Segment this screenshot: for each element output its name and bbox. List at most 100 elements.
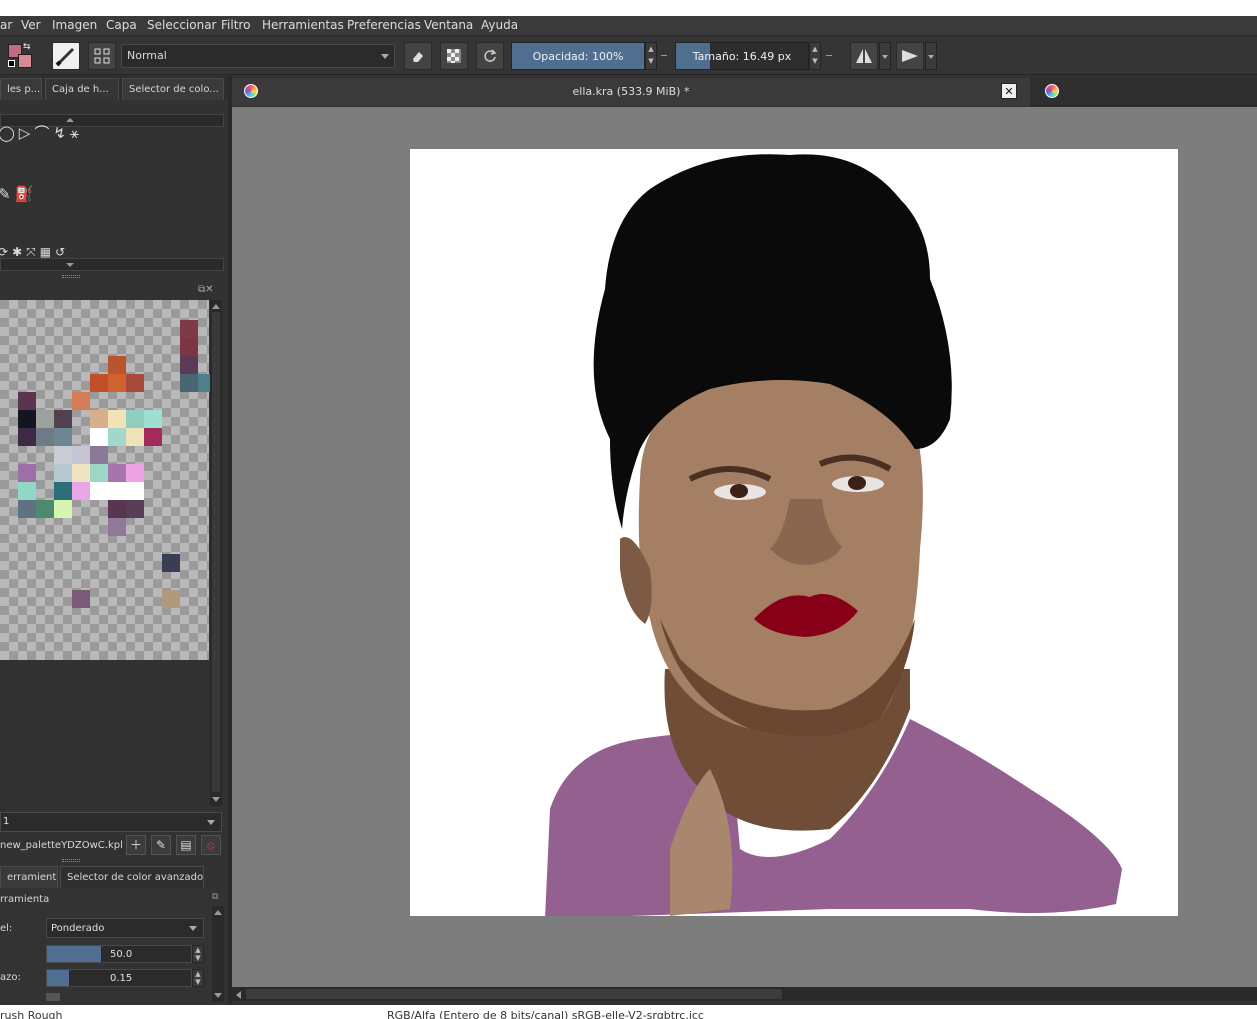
palette-swatch[interactable] — [126, 464, 144, 482]
palette-swatch[interactable] — [162, 554, 180, 572]
dynamic-brush-icon[interactable]: ↯ — [53, 124, 70, 142]
mirror-horizontal-button[interactable] — [850, 42, 878, 70]
palette-swatch[interactable] — [54, 410, 72, 428]
palette-swatch[interactable] — [18, 482, 36, 500]
freehand-path-icon[interactable]: ⌒ — [34, 124, 53, 142]
blending-mode-select[interactable]: Normal — [121, 44, 395, 68]
mirror-vertical-dropdown[interactable] — [925, 42, 937, 70]
palette-swatch[interactable] — [54, 464, 72, 482]
palette-swatch[interactable] — [54, 428, 72, 446]
weighting-mode-select[interactable]: Ponderado — [46, 918, 204, 938]
palette-swatch[interactable] — [90, 410, 108, 428]
palette-float-close-icons[interactable]: ⧉✕ — [198, 284, 214, 295]
add-swatch-button[interactable]: ＋ — [126, 835, 146, 855]
small-toggle[interactable] — [46, 993, 60, 1001]
palette-swatch[interactable] — [90, 428, 108, 446]
toolbox-shape-tools-row[interactable]: ◯▷⌒↯⚹ — [0, 122, 83, 143]
menu-item-settings[interactable]: Preferencias — [347, 18, 421, 32]
tab-tool-options[interactable]: erramienta — [0, 866, 58, 888]
palette-swatch[interactable] — [144, 428, 162, 446]
menu-item-file-partial[interactable]: ar — [0, 18, 12, 32]
opacity-spin-buttons[interactable]: ▲ ▼ — [645, 42, 657, 70]
palette-swatch[interactable] — [108, 464, 126, 482]
palette-swatch[interactable] — [72, 446, 90, 464]
strength-slider[interactable]: 50.0 — [46, 945, 192, 963]
palette-swatch[interactable] — [126, 410, 144, 428]
status-color-profile[interactable]: RGB/Alfa (Entero de 8 bits/canal) sRGB-e… — [387, 1009, 704, 1019]
edit-swatch-button[interactable]: ✎ — [151, 835, 171, 855]
reload-preset-button[interactable] — [476, 42, 504, 70]
palette-swatch[interactable] — [72, 392, 90, 410]
tab-color-selector[interactable]: Selector de colo... — [122, 78, 224, 100]
tab-toolbox[interactable]: Caja de h... — [45, 78, 119, 100]
palette-swatch[interactable] — [54, 446, 72, 464]
palette-swatch[interactable] — [18, 410, 36, 428]
tab-brush-presets[interactable]: les p... — [0, 78, 42, 100]
menu-item-tools[interactable]: Herramientas — [262, 18, 344, 32]
tool-options-scrollbar[interactable] — [212, 906, 224, 1002]
menu-item-image[interactable]: Imagen — [52, 18, 97, 32]
path-select-icon[interactable]: ⤧ — [26, 245, 40, 259]
stroke-spin-buttons[interactable]: ▲ ▼ — [192, 969, 204, 987]
size-spin-buttons[interactable]: ▲ ▼ — [809, 42, 821, 70]
palette-swatch[interactable] — [90, 374, 108, 392]
palette-swatch[interactable] — [18, 428, 36, 446]
lasso-icon[interactable]: ↺ — [55, 245, 69, 259]
palette-swatch[interactable] — [108, 518, 126, 536]
palette-swatch[interactable] — [72, 482, 90, 500]
magic-wand-icon[interactable]: ✱ — [12, 245, 26, 259]
menu-item-select[interactable]: Seleccionar — [147, 18, 216, 32]
toolbox-fill-tools-row[interactable]: ✎⛽ — [0, 185, 37, 203]
palette-swatch[interactable] — [108, 374, 126, 392]
palette-swatch[interactable] — [108, 482, 126, 500]
palette-swatch-grid[interactable] — [0, 300, 216, 660]
dock-splitter-handle-2[interactable] — [62, 859, 80, 862]
document-tab[interactable]: ella.kra (533.9 MiB) * — [232, 78, 1030, 106]
palette-scrollbar-thumb[interactable] — [212, 312, 220, 792]
canvas-horizontal-scrollbar[interactable] — [232, 987, 1257, 1001]
palette-swatch[interactable] — [36, 500, 54, 518]
contiguous-select-icon[interactable]: ⟳ — [0, 245, 12, 259]
opacity-slider[interactable]: Opacidad: 100% — [511, 42, 645, 70]
palette-swatch[interactable] — [72, 464, 90, 482]
delete-swatch-button[interactable]: ⦸ — [201, 835, 221, 855]
palette-swatch[interactable] — [54, 500, 72, 518]
tab-advanced-color-selector[interactable]: Selector de color avanzado — [60, 866, 204, 888]
palette-swatch[interactable] — [144, 410, 162, 428]
mirror-vertical-button[interactable] — [896, 42, 924, 70]
dock-splitter-handle[interactable] — [62, 275, 80, 278]
swap-colors-icon[interactable]: ⇆ — [23, 42, 31, 52]
palette-swatch[interactable] — [108, 356, 126, 374]
palette-swatch[interactable] — [126, 482, 144, 500]
palette-swatch[interactable] — [72, 590, 90, 608]
palette-swatch[interactable] — [90, 464, 108, 482]
menu-item-layer[interactable]: Capa — [106, 18, 137, 32]
palette-swatch[interactable] — [108, 500, 126, 518]
fg-bg-color-selector[interactable]: ⇆ — [6, 42, 36, 70]
ellipse-tool-icon[interactable]: ◯ — [0, 124, 19, 142]
multibrush-icon[interactable]: ⚹ — [70, 124, 83, 142]
brush-settings-button[interactable] — [88, 42, 116, 70]
status-brush-name[interactable]: rush Rough — [0, 1009, 63, 1019]
menu-item-filter[interactable]: Filtro — [221, 18, 250, 32]
palette-swatch[interactable] — [36, 410, 54, 428]
menu-item-view[interactable]: Ver — [21, 18, 41, 32]
palette-swatch[interactable] — [108, 428, 126, 446]
eraser-mode-button[interactable] — [404, 42, 432, 70]
polygon-tool-icon[interactable]: ▷ — [19, 124, 35, 142]
brush-preset-button[interactable] — [52, 42, 80, 70]
palette-swatch[interactable] — [36, 428, 54, 446]
palette-swatch[interactable] — [54, 482, 72, 500]
opacity-reset-dash[interactable] — [661, 55, 667, 56]
toolbox-scroll-down[interactable] — [0, 258, 224, 271]
palette-swatch[interactable] — [126, 500, 144, 518]
reset-colors-icon[interactable] — [8, 60, 15, 67]
close-document-icon[interactable]: ✕ — [1001, 83, 1017, 99]
open-palette-button[interactable]: ▤ — [176, 835, 196, 855]
mirror-horizontal-dropdown[interactable] — [879, 42, 891, 70]
size-reset-dash[interactable] — [826, 55, 832, 56]
palette-swatch[interactable] — [18, 500, 36, 518]
preserve-alpha-button[interactable] — [440, 42, 468, 70]
palette-swatch[interactable] — [180, 374, 198, 392]
krita-second-tab-icon[interactable] — [1045, 84, 1059, 98]
